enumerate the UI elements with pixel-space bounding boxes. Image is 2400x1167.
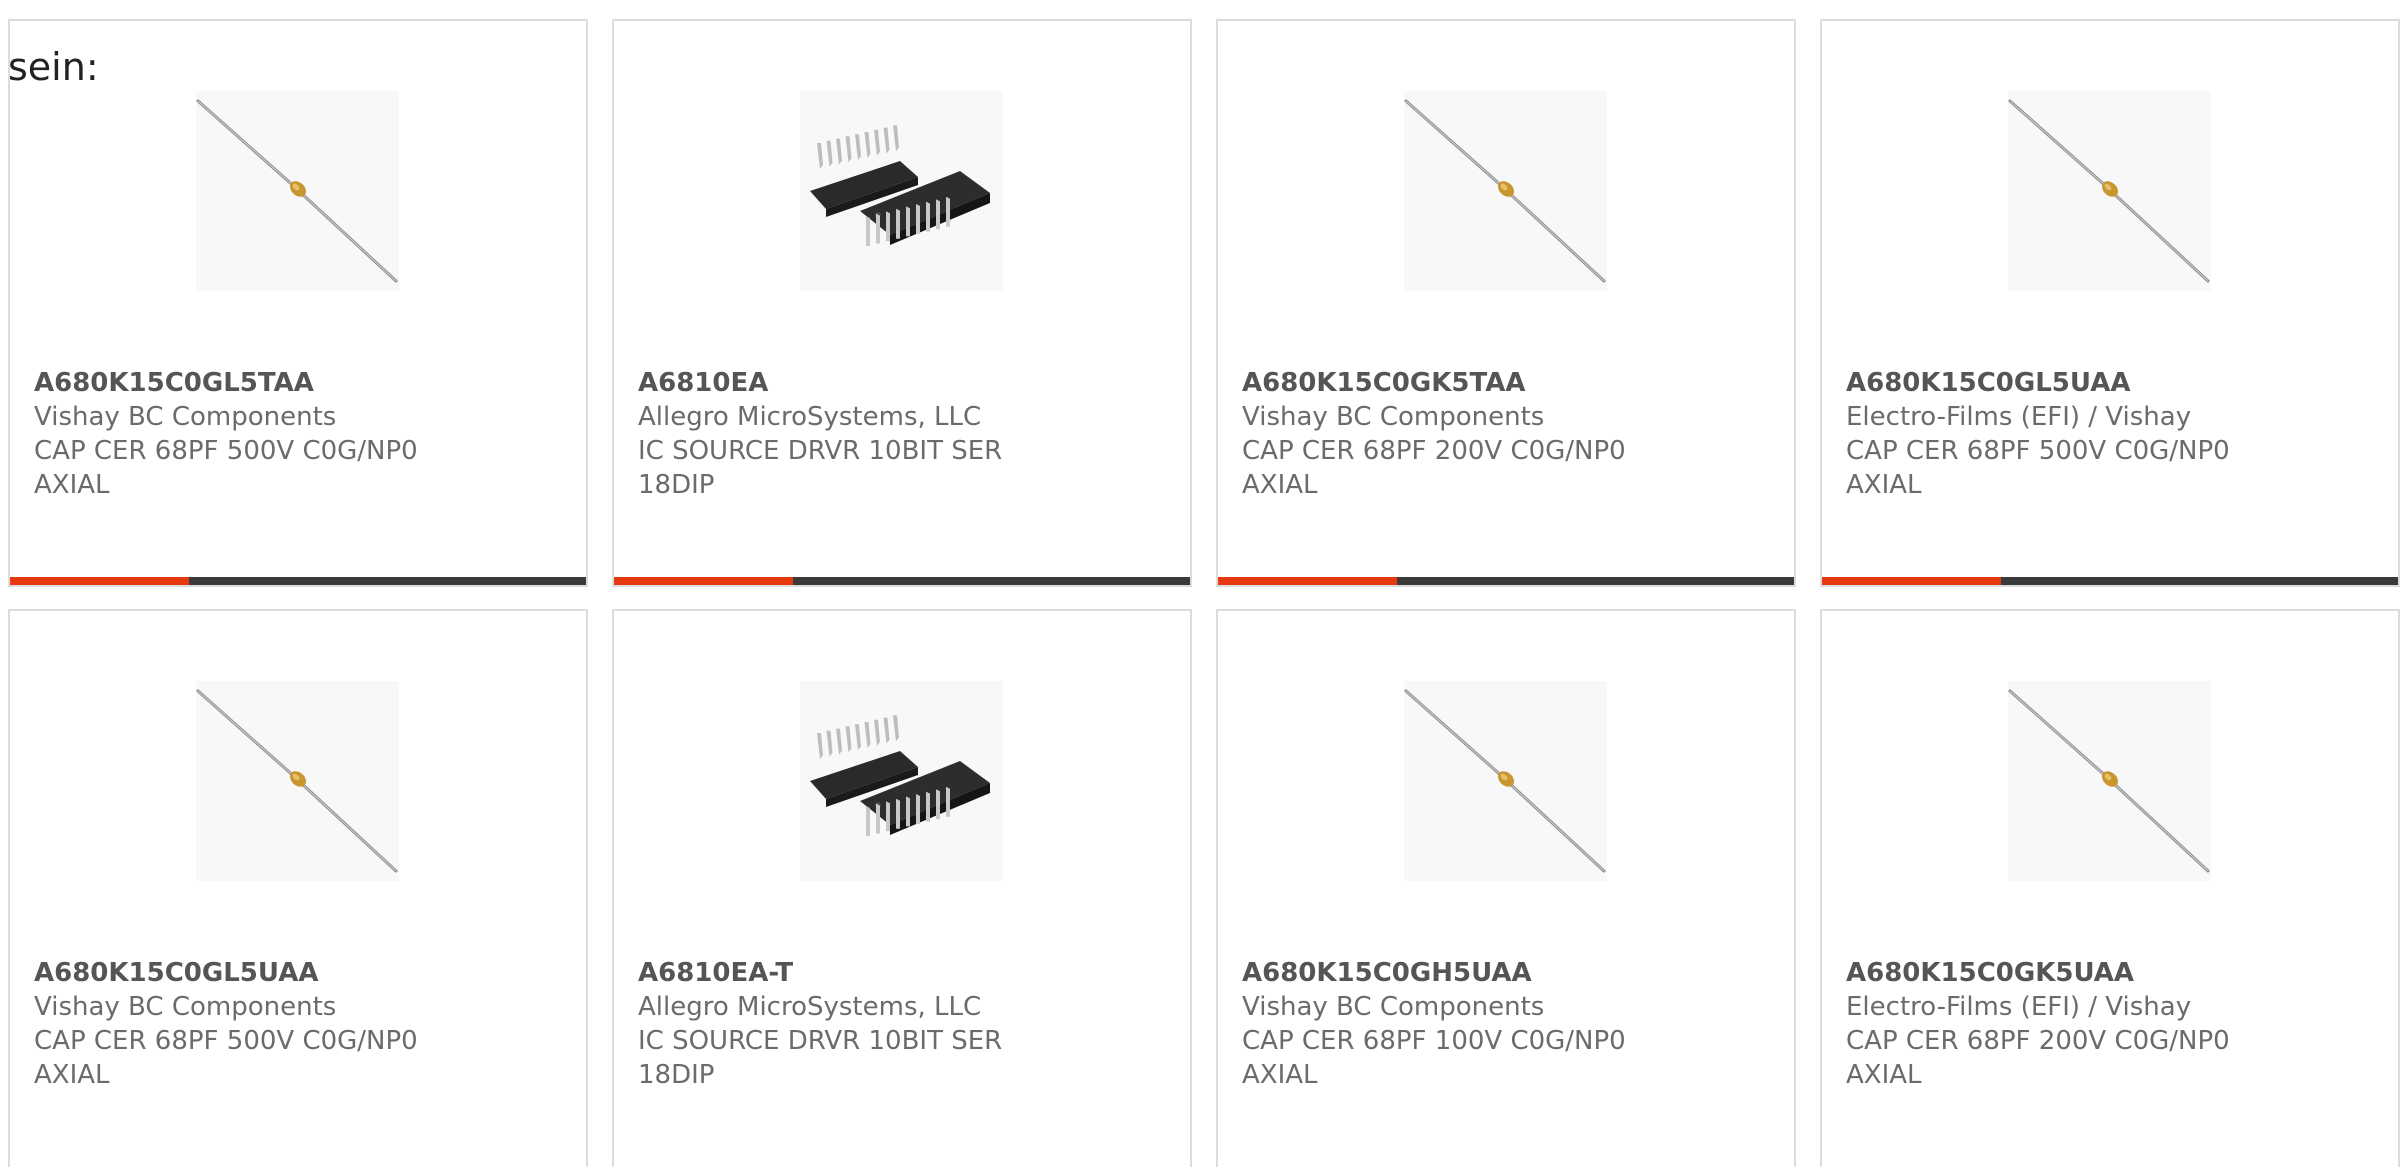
hover-progress-fill <box>10 577 189 585</box>
manufacturer-name: Allegro MicroSystems, LLC <box>638 402 982 432</box>
axial-capacitor-icon <box>196 91 399 291</box>
product-info: A680K15C0GL5UAA Electro-Films (EFI) / Vi… <box>1846 366 2376 502</box>
axial-capacitor-icon <box>196 681 399 881</box>
product-image[interactable] <box>1404 91 1607 291</box>
product-image[interactable] <box>800 681 1003 881</box>
product-info: A680K15C0GK5UAA Electro-Films (EFI) / Vi… <box>1846 956 2376 1092</box>
part-number[interactable]: A680K15C0GK5UAA <box>1846 956 2376 990</box>
part-number[interactable]: A680K15C0GH5UAA <box>1242 956 1772 990</box>
product-image[interactable] <box>2008 681 2211 881</box>
description-line: AXIAL <box>1846 1060 1922 1090</box>
description-line: AXIAL <box>34 1060 110 1090</box>
axial-capacitor-icon <box>1404 681 1607 881</box>
hover-progress-fill <box>614 577 793 585</box>
product-page: sein: A680K15C0GL5TAA Vishay BC Componen… <box>0 0 2400 1167</box>
description-line: CAP CER 68PF 200V C0G/NP0 <box>1846 1026 2230 1056</box>
part-number[interactable]: A6810EA <box>638 366 1168 400</box>
dip-ic-icon <box>800 681 1003 881</box>
description-line: CAP CER 68PF 500V C0G/NP0 <box>34 436 418 466</box>
axial-capacitor-icon <box>2008 91 2211 291</box>
description-line: IC SOURCE DRVR 10BIT SER <box>638 436 1003 466</box>
product-info: A680K15C0GH5UAA Vishay BC Components CAP… <box>1242 956 1772 1092</box>
description-line: CAP CER 68PF 200V C0G/NP0 <box>1242 436 1626 466</box>
product-card[interactable]: A680K15C0GL5UAA Vishay BC Components CAP… <box>8 609 588 1167</box>
product-card[interactable]: A680K15C0GH5UAA Vishay BC Components CAP… <box>1216 609 1796 1167</box>
product-info: A6810EA-T Allegro MicroSystems, LLC IC S… <box>638 956 1168 1092</box>
intro-text: sein: <box>8 45 99 89</box>
part-number[interactable]: A680K15C0GK5TAA <box>1242 366 1772 400</box>
product-image[interactable] <box>2008 91 2211 291</box>
manufacturer-name: Electro-Films (EFI) / Vishay <box>1846 402 2192 432</box>
description-line: IC SOURCE DRVR 10BIT SER <box>638 1026 1003 1056</box>
product-info: A680K15C0GL5TAA Vishay BC Components CAP… <box>34 366 564 502</box>
manufacturer-name: Vishay BC Components <box>34 992 337 1022</box>
product-image[interactable] <box>1404 681 1607 881</box>
manufacturer-name: Vishay BC Components <box>1242 992 1545 1022</box>
product-grid: A680K15C0GL5TAA Vishay BC Components CAP… <box>8 19 2400 1167</box>
description-line: AXIAL <box>34 470 110 500</box>
manufacturer-name: Vishay BC Components <box>34 402 337 432</box>
manufacturer-name: Allegro MicroSystems, LLC <box>638 992 982 1022</box>
hover-progress-bar <box>10 577 586 585</box>
product-card[interactable]: A680K15C0GL5UAA Electro-Films (EFI) / Vi… <box>1820 19 2400 587</box>
description-line: AXIAL <box>1846 470 1922 500</box>
hover-progress-fill <box>1822 577 2001 585</box>
product-image[interactable] <box>800 91 1003 291</box>
product-card[interactable]: A6810EA Allegro MicroSystems, LLC IC SOU… <box>612 19 1192 587</box>
part-number[interactable]: A680K15C0GL5UAA <box>34 956 564 990</box>
product-image[interactable] <box>196 681 399 881</box>
product-card[interactable]: A6810EA-T Allegro MicroSystems, LLC IC S… <box>612 609 1192 1167</box>
hover-progress-bar <box>1218 577 1794 585</box>
description-line: AXIAL <box>1242 1060 1318 1090</box>
dip-ic-icon <box>800 91 1003 291</box>
part-number[interactable]: A6810EA-T <box>638 956 1168 990</box>
hover-progress-bar <box>1822 577 2398 585</box>
description-line: CAP CER 68PF 500V C0G/NP0 <box>34 1026 418 1056</box>
part-number[interactable]: A680K15C0GL5UAA <box>1846 366 2376 400</box>
description-line: AXIAL <box>1242 470 1318 500</box>
product-card[interactable]: A680K15C0GK5UAA Electro-Films (EFI) / Vi… <box>1820 609 2400 1167</box>
product-card[interactable]: A680K15C0GK5TAA Vishay BC Components CAP… <box>1216 19 1796 587</box>
axial-capacitor-icon <box>2008 681 2211 881</box>
product-info: A680K15C0GK5TAA Vishay BC Components CAP… <box>1242 366 1772 502</box>
product-info: A6810EA Allegro MicroSystems, LLC IC SOU… <box>638 366 1168 502</box>
manufacturer-name: Electro-Films (EFI) / Vishay <box>1846 992 2192 1022</box>
description-line: CAP CER 68PF 100V C0G/NP0 <box>1242 1026 1626 1056</box>
description-line: 18DIP <box>638 1060 715 1090</box>
manufacturer-name: Vishay BC Components <box>1242 402 1545 432</box>
product-info: A680K15C0GL5UAA Vishay BC Components CAP… <box>34 956 564 1092</box>
description-line: CAP CER 68PF 500V C0G/NP0 <box>1846 436 2230 466</box>
part-number[interactable]: A680K15C0GL5TAA <box>34 366 564 400</box>
description-line: 18DIP <box>638 470 715 500</box>
product-image[interactable] <box>196 91 399 291</box>
hover-progress-fill <box>1218 577 1397 585</box>
axial-capacitor-icon <box>1404 91 1607 291</box>
hover-progress-bar <box>614 577 1190 585</box>
product-card[interactable]: A680K15C0GL5TAA Vishay BC Components CAP… <box>8 19 588 587</box>
